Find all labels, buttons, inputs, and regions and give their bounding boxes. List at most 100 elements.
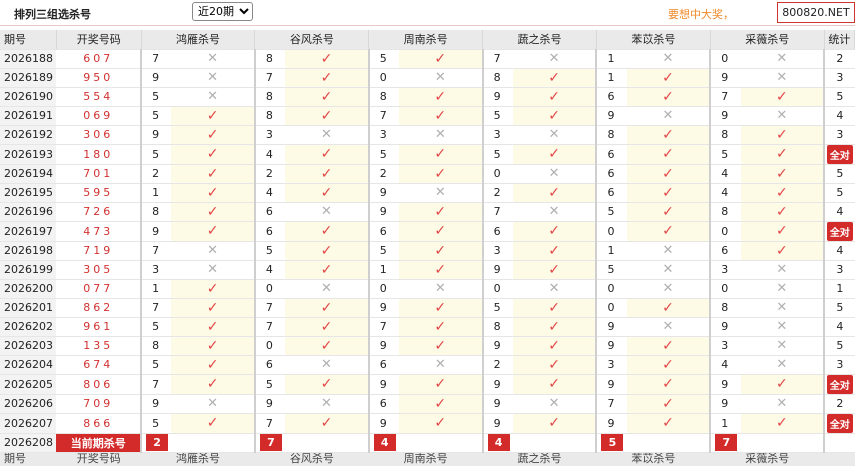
kill-number: 9 (481, 260, 513, 280)
check-icon: ✓ (548, 337, 560, 354)
kill-result: ✓ (398, 336, 483, 356)
kill-result: ✓ (285, 144, 369, 165)
issue-cell: 2026196 (0, 202, 57, 222)
kill-number: 9 (253, 394, 286, 414)
kill-result: ✕ (285, 355, 369, 375)
check-icon: ✓ (775, 223, 788, 239)
kill-number: 9 (595, 317, 627, 337)
check-icon: ✓ (662, 88, 674, 105)
issue-cell: 2026206 (0, 394, 57, 414)
range-select[interactable]: 近20期 (192, 2, 253, 21)
kill-result: ✕ (740, 394, 825, 414)
draw-number: 077 (56, 279, 142, 299)
current-issue: 2026208 (0, 433, 57, 453)
cross-icon: ✕ (548, 204, 560, 219)
kill-result: ✓ (512, 106, 597, 126)
kill-result: ✕ (285, 202, 369, 222)
draw-number: 866 (56, 413, 142, 434)
kill-number: 6 (253, 221, 286, 242)
kill-result: ✕ (171, 260, 255, 280)
cross-icon: ✕ (320, 396, 332, 411)
table-row: 2026193 180 5 ✓ 4 ✓ 5 ✓ 5 ✓ 6 ✓ 5 ✓ 全对 (0, 144, 855, 165)
footer-issue: 期号 (0, 452, 57, 466)
kill-result: ✕ (626, 317, 711, 337)
stat-value: 3 (836, 358, 844, 371)
kill-result: ✕ (740, 355, 825, 375)
cross-icon: ✕ (662, 281, 674, 296)
kill-result: ✕ (626, 106, 711, 126)
kill-number: 8 (481, 68, 513, 88)
top-bar: 排列三组选杀号 近20期 要想中大奖， 800820.NET (0, 0, 855, 26)
kill-number: 9 (367, 413, 399, 434)
current-kill-6: 7 (709, 433, 825, 453)
kill-number: 0 (709, 221, 741, 242)
kill-result: ✓ (512, 374, 597, 395)
site-badge[interactable]: 800820.NET (777, 2, 855, 23)
kill-result: ✓ (626, 413, 711, 434)
kill-number: 0 (709, 279, 741, 299)
current-kill-value: 4 (487, 434, 510, 451)
check-icon: ✓ (320, 146, 333, 162)
kill-result: ✓ (398, 202, 483, 222)
cross-icon: ✕ (548, 127, 560, 142)
col-stat: 统计 (824, 30, 855, 50)
check-icon: ✓ (548, 88, 560, 105)
kill-result: ✕ (398, 355, 483, 375)
stat-value: 5 (836, 90, 844, 103)
kill-result: ✓ (626, 221, 711, 242)
stat-cell: 全对 (823, 413, 855, 434)
kill-number: 4 (253, 260, 286, 280)
kill-result: ✕ (740, 49, 825, 69)
stat-value: 3 (836, 71, 844, 84)
kill-number: 5 (253, 241, 286, 261)
kill-result: ✕ (398, 183, 483, 203)
kill-number: 3 (367, 125, 399, 145)
kill-result: ✓ (740, 221, 825, 242)
issue-cell: 2026205 (0, 374, 57, 395)
kill-result: ✓ (626, 202, 711, 222)
cross-icon: ✕ (776, 108, 788, 123)
kill-result: ✕ (626, 260, 711, 280)
draw-number: 306 (56, 125, 142, 145)
table-row: 2026203 135 8 ✓ 0 ✓ 9 ✓ 9 ✓ 9 ✓ 3 ✕ 5 (0, 336, 855, 356)
kill-number: 7 (253, 317, 286, 337)
kill-result: ✕ (740, 317, 825, 337)
col-issue: 期号 (0, 30, 57, 50)
current-kill-value: 2 (146, 434, 169, 451)
stat-cell: 2 (823, 394, 855, 414)
check-icon: ✓ (775, 415, 788, 431)
kill-number: 9 (140, 221, 172, 242)
check-icon: ✓ (206, 415, 219, 431)
issue-cell: 2026193 (0, 144, 57, 165)
kill-number: 9 (367, 183, 399, 203)
kill-result: ✓ (398, 144, 483, 165)
check-icon: ✓ (548, 318, 560, 335)
col-expert-1: 鸿雁杀号 (141, 30, 256, 50)
kill-number: 8 (140, 336, 172, 356)
kill-number: 3 (481, 125, 513, 145)
kill-number: 0 (709, 49, 741, 69)
kill-result: ✕ (171, 394, 255, 414)
kill-number: 0 (481, 279, 513, 299)
check-icon: ✓ (434, 376, 447, 392)
cross-icon: ✕ (434, 281, 446, 296)
ad-text[interactable]: 要想中大奖， (668, 6, 734, 22)
kill-number: 6 (367, 221, 399, 242)
stat-value: 4 (836, 320, 844, 333)
kill-result: ✓ (398, 317, 483, 337)
kill-result: ✓ (512, 317, 597, 337)
kill-result: ✓ (171, 164, 255, 184)
kill-number: 9 (140, 68, 172, 88)
check-icon: ✓ (775, 88, 788, 105)
kill-result: ✓ (285, 87, 369, 107)
kill-result: ✓ (171, 221, 255, 242)
draw-number: 701 (56, 164, 142, 184)
kill-number: 6 (595, 144, 627, 165)
kill-number: 7 (481, 49, 513, 69)
cross-icon: ✕ (320, 281, 332, 296)
check-icon: ✓ (206, 223, 219, 239)
kill-result: ✓ (512, 144, 597, 165)
check-icon: ✓ (434, 50, 447, 67)
kill-result: ✓ (171, 202, 255, 222)
kill-number: 6 (367, 394, 399, 414)
